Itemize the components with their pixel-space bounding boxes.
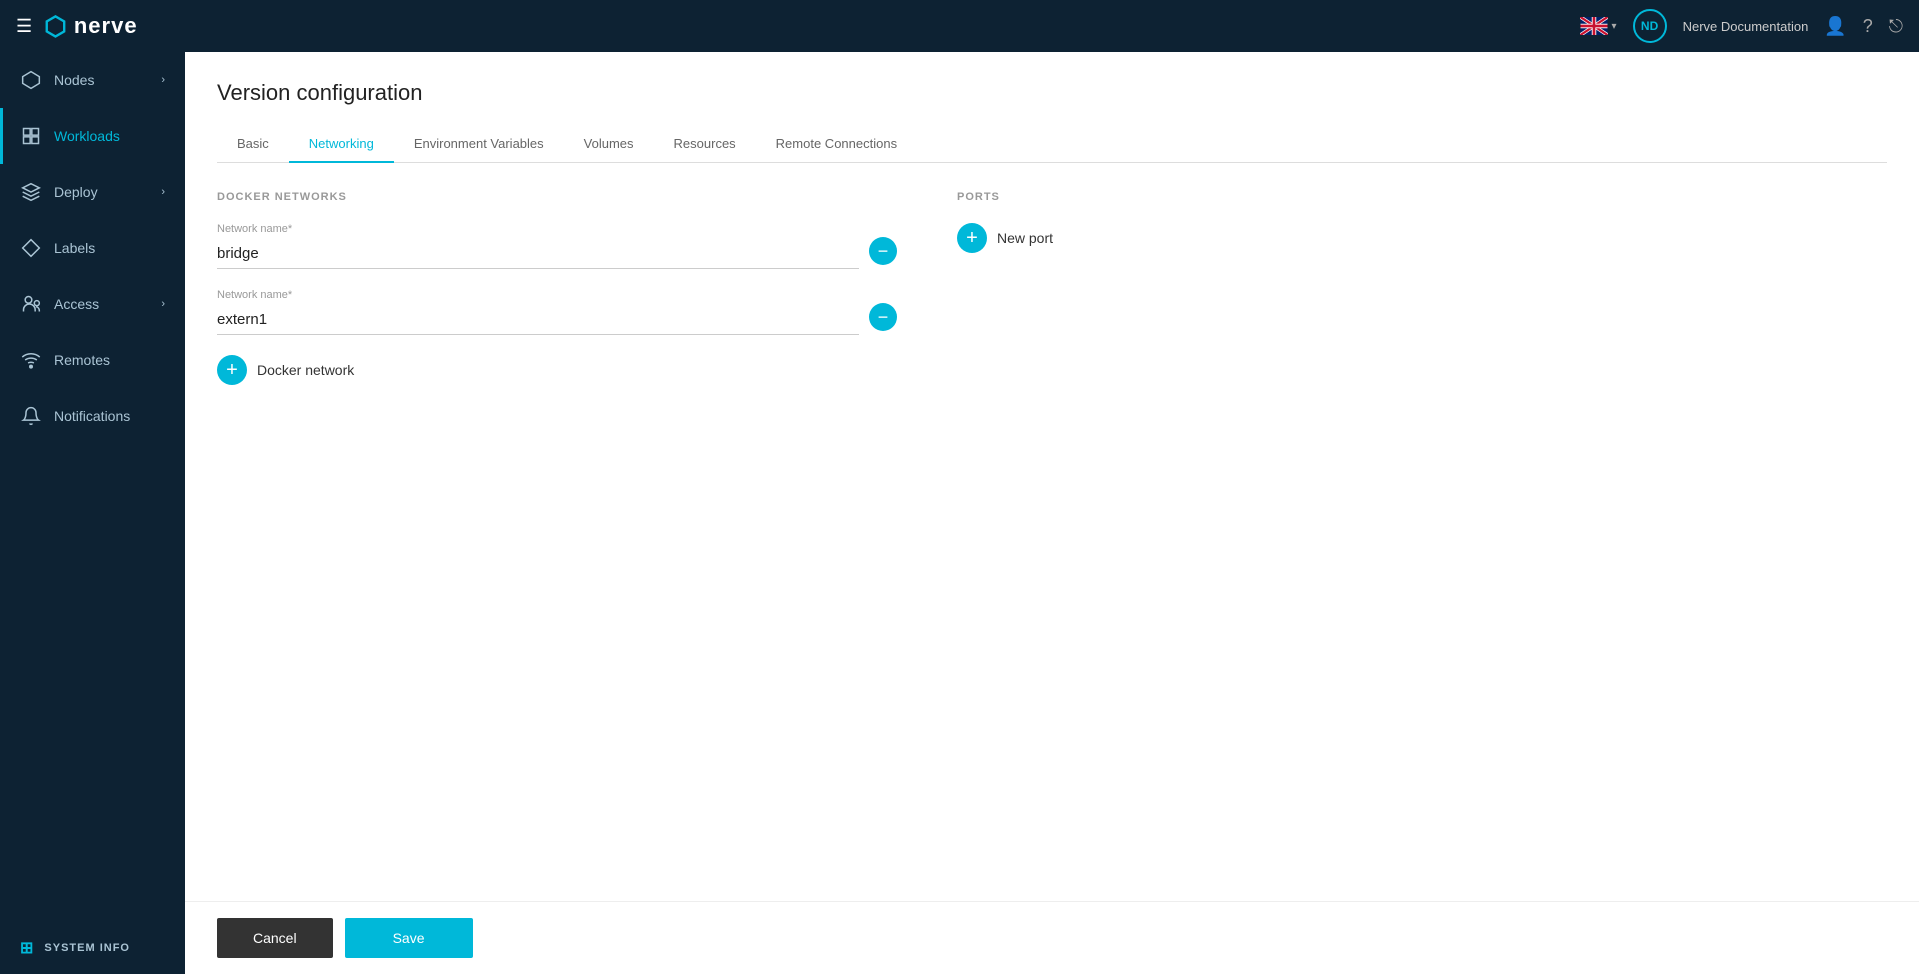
add-docker-network-button[interactable]: + Docker network xyxy=(217,355,897,385)
add-port-button[interactable]: + New port xyxy=(957,223,1257,253)
docker-networks-section: DOCKER NETWORKS Network name* − Network … xyxy=(217,191,897,873)
add-port-label: New port xyxy=(997,230,1053,246)
remove-network-2-button[interactable]: − xyxy=(869,303,897,331)
tab-networking[interactable]: Networking xyxy=(289,126,394,163)
logo-text: nerve xyxy=(74,13,138,39)
add-docker-network-label: Docker network xyxy=(257,362,354,378)
tab-basic[interactable]: Basic xyxy=(217,126,289,163)
chevron-right-icon: › xyxy=(161,74,165,86)
network-name-label-2: Network name* xyxy=(217,289,859,301)
sidebar-item-label-access: Access xyxy=(54,296,99,312)
notifications-icon xyxy=(20,406,42,426)
labels-icon xyxy=(20,238,42,258)
logout-icon[interactable]: ⎋ xyxy=(1889,16,1903,37)
content-footer: Cancel Save xyxy=(185,901,1919,974)
network-name-input-2[interactable] xyxy=(217,305,859,335)
network-field-2: Network name* xyxy=(217,289,859,335)
uk-flag-icon xyxy=(1580,17,1608,35)
network-field-1: Network name* xyxy=(217,223,859,269)
sidebar-item-label-workloads: Workloads xyxy=(54,128,120,144)
ports-title: PORTS xyxy=(957,191,1257,203)
sidebar: Nodes › Workloads Deploy › Labels Acce xyxy=(0,52,185,974)
network-row: Network name* − xyxy=(217,289,897,335)
sidebar-item-labels[interactable]: Labels xyxy=(0,220,185,276)
tab-resources[interactable]: Resources xyxy=(654,126,756,163)
access-icon xyxy=(20,294,42,314)
sidebar-item-label-nodes: Nodes xyxy=(54,72,94,88)
docker-networks-title: DOCKER NETWORKS xyxy=(217,191,897,203)
add-port-icon: + xyxy=(957,223,987,253)
remotes-icon xyxy=(20,350,42,370)
tabs-bar: BasicNetworkingEnvironment VariablesVolu… xyxy=(217,126,1887,163)
sidebar-item-label-notifications: Notifications xyxy=(54,408,130,424)
network-name-input-1[interactable] xyxy=(217,239,859,269)
system-info-icon: ⊞ xyxy=(20,938,34,958)
sidebar-item-label-remotes: Remotes xyxy=(54,352,110,368)
nerve-logo-icon: ⬡ xyxy=(44,11,68,42)
nodes-icon xyxy=(20,70,42,90)
workloads-icon xyxy=(20,126,42,146)
content-body: DOCKER NETWORKS Network name* − Network … xyxy=(185,163,1919,901)
add-docker-network-icon: + xyxy=(217,355,247,385)
sidebar-item-nodes[interactable]: Nodes › xyxy=(0,52,185,108)
sidebar-item-access[interactable]: Access › xyxy=(0,276,185,332)
hamburger-menu[interactable]: ☰ xyxy=(16,16,32,37)
main-content: Version configuration BasicNetworkingEnv… xyxy=(185,52,1919,974)
chevron-right-icon: › xyxy=(161,298,165,310)
sidebar-item-remotes[interactable]: Remotes xyxy=(0,332,185,388)
save-button[interactable]: Save xyxy=(345,918,473,958)
sidebar-item-workloads[interactable]: Workloads xyxy=(0,108,185,164)
cancel-button[interactable]: Cancel xyxy=(217,918,333,958)
ports-section: PORTS + New port xyxy=(957,191,1257,873)
sidebar-item-label-deploy: Deploy xyxy=(54,184,98,200)
language-selector[interactable]: ▾ xyxy=(1580,17,1617,35)
system-info-label: SYSTEM INFO xyxy=(44,942,130,954)
remove-network-1-button[interactable]: − xyxy=(869,237,897,265)
nerve-logo: ⬡ nerve xyxy=(44,11,137,42)
top-navigation: ☰ ⬡ nerve ▾ ND Nerve Documentation 👤 ? xyxy=(0,0,1919,52)
network-name-label-1: Network name* xyxy=(217,223,859,235)
deploy-icon xyxy=(20,182,42,202)
nerve-documentation-link[interactable]: Nerve Documentation xyxy=(1683,19,1809,34)
user-profile-icon[interactable]: 👤 xyxy=(1824,16,1846,37)
content-header: Version configuration BasicNetworkingEnv… xyxy=(185,52,1919,163)
system-info-button[interactable]: ⊞ SYSTEM INFO xyxy=(0,922,185,974)
tab-environment-variables[interactable]: Environment Variables xyxy=(394,126,564,163)
sidebar-item-deploy[interactable]: Deploy › xyxy=(0,164,185,220)
tab-remote-connections[interactable]: Remote Connections xyxy=(756,126,917,163)
chevron-right-icon: › xyxy=(161,186,165,198)
user-avatar[interactable]: ND xyxy=(1633,9,1667,43)
page-title: Version configuration xyxy=(217,80,1887,106)
language-chevron-icon: ▾ xyxy=(1612,21,1617,32)
main-layout: Nodes › Workloads Deploy › Labels Acce xyxy=(0,52,1919,974)
tab-volumes[interactable]: Volumes xyxy=(564,126,654,163)
network-row: Network name* − xyxy=(217,223,897,269)
help-icon[interactable]: ? xyxy=(1863,16,1873,37)
sidebar-item-label-labels: Labels xyxy=(54,240,95,256)
sidebar-item-notifications[interactable]: Notifications xyxy=(0,388,185,444)
